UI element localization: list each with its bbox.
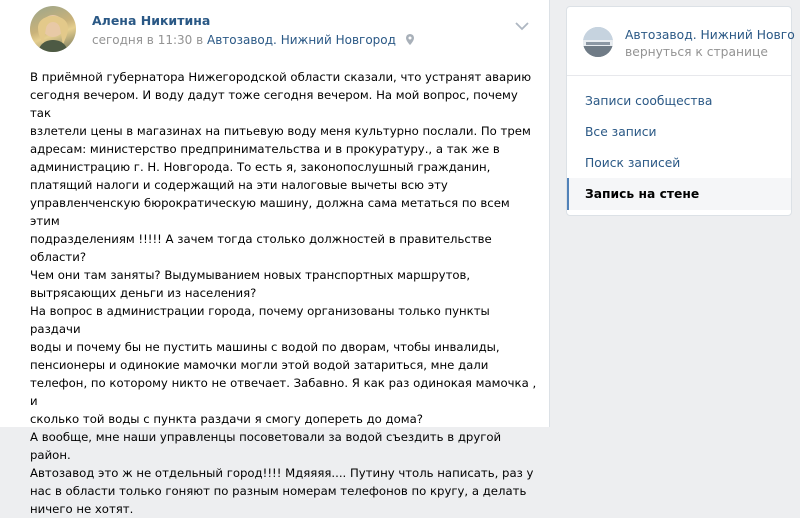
map-pin-icon[interactable] (405, 34, 414, 48)
post-text: В приёмной губернатора Нижегородской обл… (30, 70, 537, 516)
group-name-link[interactable]: Автозавод. Нижний Новго (625, 28, 795, 42)
sidebar-panel: Автозавод. Нижний Новго вернуться к стра… (566, 6, 795, 216)
menu-item-search-posts[interactable]: Поиск записей (567, 147, 791, 179)
chevron-down-icon[interactable] (515, 16, 529, 31)
menu-item-community-posts[interactable]: Записи сообщества (567, 85, 791, 117)
post-time: сегодня в 11:30 в (92, 33, 204, 47)
post-meta: сегодня в 11:30 в Автозавод. Нижний Новг… (92, 33, 414, 48)
back-to-page-link[interactable]: вернуться к странице (625, 45, 768, 59)
menu-item-all-posts[interactable]: Все записи (567, 116, 791, 148)
wall-post: Алена Никитина сегодня в 11:30 в Автозав… (0, 0, 550, 516)
author-avatar[interactable] (30, 6, 76, 52)
post-author-name[interactable]: Алена Никитина (92, 13, 210, 28)
sidebar-divider (567, 75, 791, 76)
menu-item-wall-post[interactable]: Запись на стене (567, 178, 791, 210)
group-avatar[interactable] (583, 27, 613, 57)
post-location-link[interactable]: Автозавод. Нижний Новгород (207, 33, 396, 47)
